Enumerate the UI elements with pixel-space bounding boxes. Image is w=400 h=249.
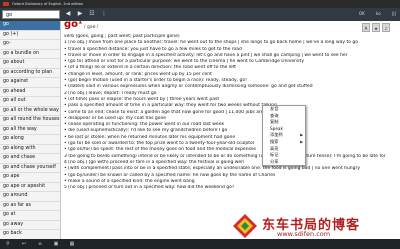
headword: go¹ — [64, 21, 83, 30]
context-menu-label: 复制 — [270, 119, 279, 125]
word-list: go go (+) go-go a bundle on go about go acco… — [0, 21, 61, 239]
pronunciation: / gəʊ / — [84, 25, 99, 30]
word-list-item[interactable]: go along — [0, 135, 60, 145]
screenshot-icon[interactable]: ▦ — [68, 241, 76, 247]
history-icon[interactable]: ☷ — [88, 10, 96, 18]
context-menu-label: 发音 — [270, 106, 279, 111]
word-list-item[interactable]: go ahead — [0, 88, 60, 97]
word-list-item[interactable]: go ape or apeshit — [0, 183, 60, 192]
app-title: Oxford Dictionary of English, 2nd editio… — [12, 2, 84, 6]
context-menu-item[interactable]: 复制 — [263, 119, 305, 126]
word-list-item[interactable]: go along with — [0, 145, 60, 154]
ko-button[interactable]: ko — [376, 9, 381, 19]
status-bar: Oxford Dictionary of English, 2nd editio… — [0, 0, 400, 8]
word-list-item[interactable]: go at — [0, 211, 60, 221]
context-menu-item[interactable]: 发音 — [263, 106, 305, 113]
context-menu-label: 高亮 — [270, 145, 279, 151]
watermark: 东车书局的博客 www.sdifen.com — [232, 213, 400, 239]
context-menu-label: 添加到 — [270, 132, 283, 138]
word-list-item[interactable]: go (+) — [0, 31, 60, 40]
context-menu-item[interactable]: 添加到 ▶ — [263, 132, 305, 139]
word-list-item[interactable]: go a bundle on — [0, 50, 60, 59]
context-menu-label: 标记 — [270, 152, 279, 158]
entry-line: 1 [no obj.] move from one place to anoth… — [64, 40, 359, 46]
context-menu-item[interactable]: 搜索 ▶ — [263, 139, 305, 146]
word-list-item[interactable]: go all out — [0, 97, 60, 107]
submenu-arrow-icon: ▶ — [300, 133, 303, 138]
context-menu-item[interactable]: 分享 — [263, 159, 305, 166]
signal-icon: ||| — [391, 11, 396, 16]
entry-line: 3 (be going to be/do something) intend o… — [64, 153, 386, 159]
word-list-item[interactable]: go all round the houses — [0, 116, 60, 126]
toolbar — [0, 8, 400, 21]
word-list-item[interactable]: go around — [0, 192, 60, 202]
context-menu-label: Speak — [270, 125, 283, 131]
search-input[interactable]: go — [2, 10, 60, 19]
entry-line: • [with complement] pass into or be in a… — [64, 166, 361, 172]
word-list-item[interactable]: go away — [0, 221, 60, 230]
submenu-arrow-icon: ▶ — [300, 139, 303, 144]
entry-line: 5 [no obj.] proceed or turn out in a spe… — [64, 185, 235, 191]
context-menu-item[interactable]: 标记 — [263, 152, 305, 159]
word-list-item[interactable]: go back — [0, 230, 60, 239]
word-list-item[interactable]: go as far as — [0, 202, 60, 211]
word-list-item[interactable]: go all the way — [0, 126, 60, 135]
word-list-item[interactable]: go and chase — [0, 154, 60, 164]
word-list-item[interactable]: go about — [0, 59, 60, 69]
ok-button[interactable]: OK — [359, 9, 365, 19]
back-icon[interactable]: ◀ — [64, 10, 72, 18]
watermark-url: www.sdifen.com — [277, 230, 331, 238]
menu-icon[interactable]: ⋮ — [100, 10, 108, 18]
word-list-item[interactable]: go against — [0, 78, 60, 88]
font-size-button[interactable]: A — [362, 23, 370, 32]
watermark-logo — [233, 214, 257, 238]
home-icon[interactable]: ⌂ — [36, 241, 44, 247]
context-menu-label: 搜索 — [270, 138, 279, 144]
toolbar-right: OK ko ||| — [349, 9, 396, 19]
word-list-item[interactable]: go ape — [0, 173, 60, 183]
word-list-item[interactable]: go all or the whole way — [0, 107, 60, 116]
audio-icon[interactable]: ♪ — [382, 23, 390, 32]
forward-icon[interactable]: ▶ — [76, 10, 84, 18]
word-list-item[interactable]: go and chase yourself — [0, 164, 60, 173]
context-menu: 发音 查询 复制 Speak 添加到 ▶ 搜索 ▶ 高亮 标记 分享 — [262, 105, 306, 167]
context-menu-label: 查询 — [270, 112, 279, 118]
entry-body: verb (goes, going ; past went; past part… — [64, 34, 386, 191]
back-nav-icon[interactable]: ↩ — [20, 241, 28, 247]
context-menu-label: 分享 — [270, 158, 279, 164]
bottom-bar: ⚲ ↩ ⌂ ▣ ▦ — [0, 239, 400, 249]
search-icon[interactable]: ⚲ — [4, 241, 12, 247]
app-logo — [3, 2, 9, 6]
entry-panel: go¹ / gəʊ / A ★ ♪ verb (goes, going ; pa… — [62, 21, 400, 239]
word-list-item[interactable]: go according to plan — [0, 69, 60, 78]
recent-apps-icon[interactable]: ▣ — [52, 241, 60, 247]
word-list-item[interactable]: go- — [0, 40, 60, 50]
word-list-item[interactable]: go — [0, 21, 60, 31]
bookmark-icon[interactable]: ★ — [372, 23, 380, 32]
